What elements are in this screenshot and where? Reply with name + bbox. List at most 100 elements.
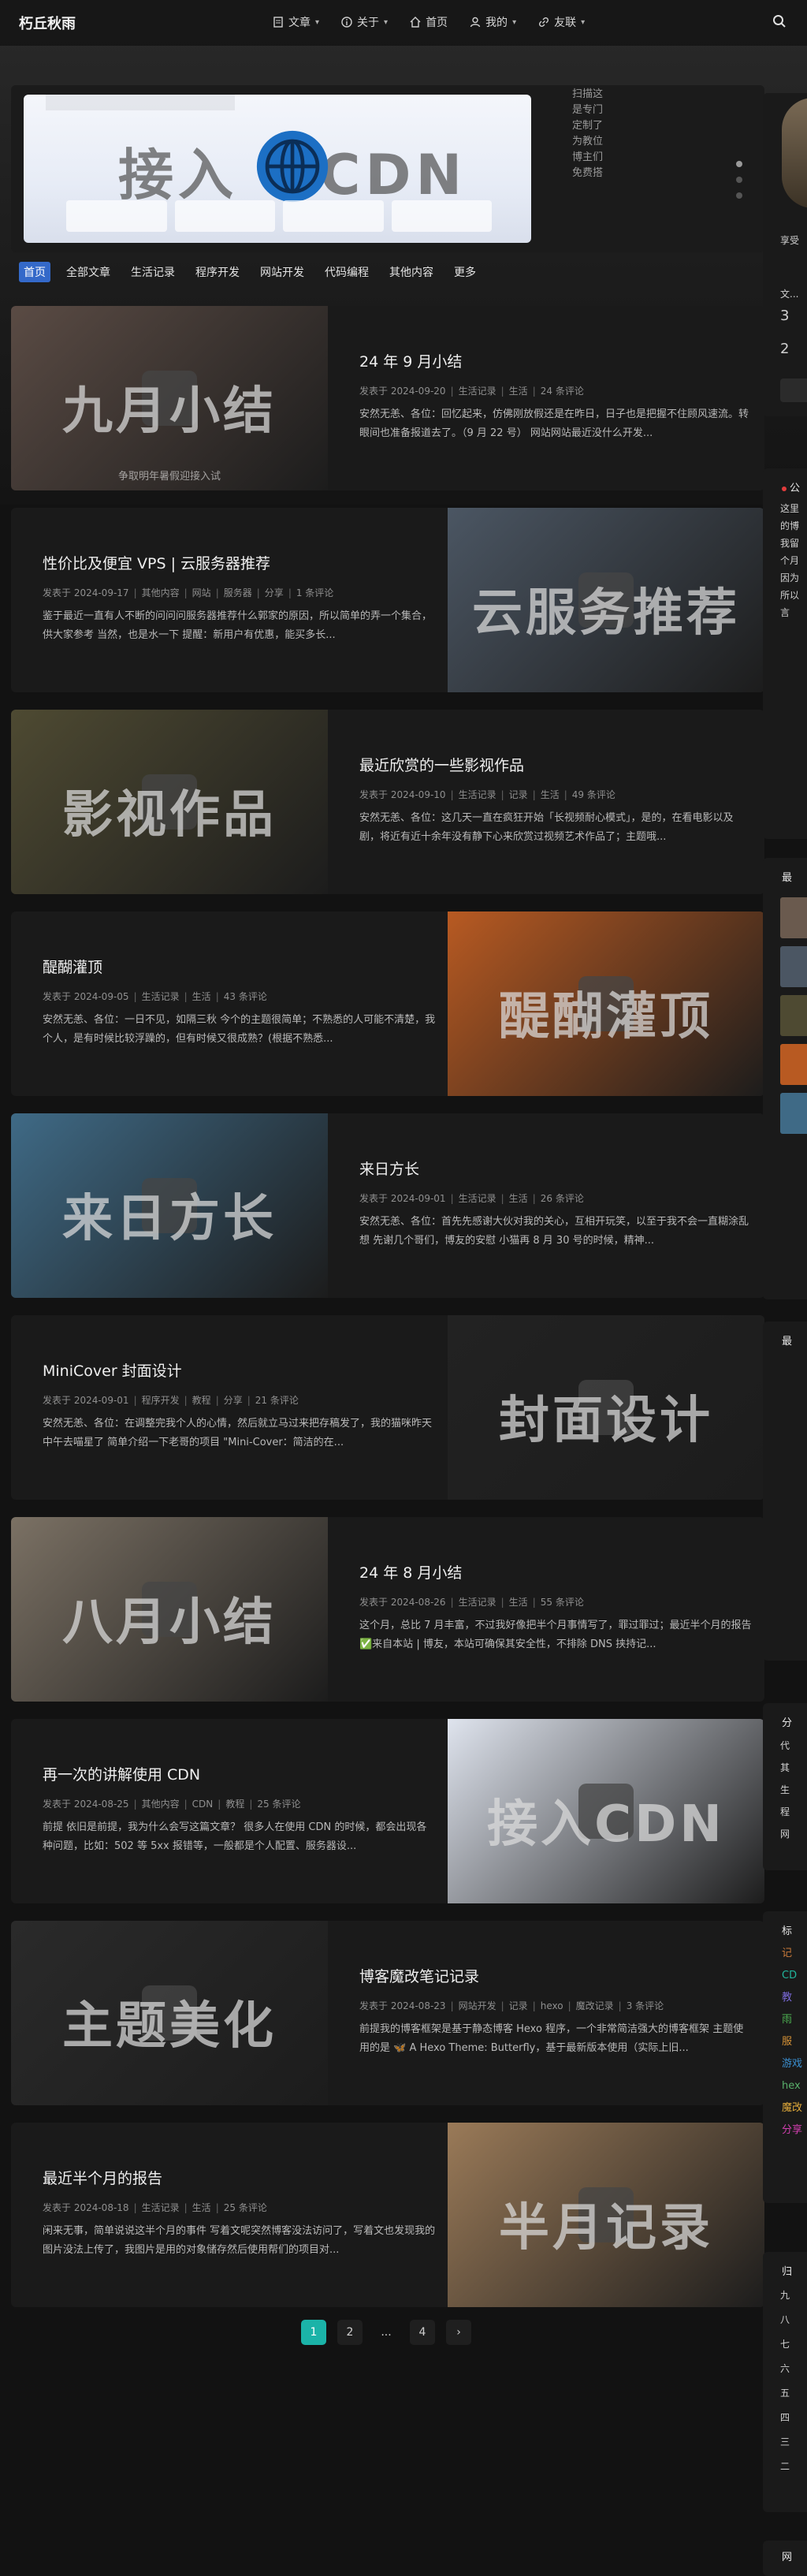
category-item[interactable]: 网 bbox=[763, 1823, 807, 1845]
nav-item-home[interactable]: 首页 bbox=[410, 14, 448, 30]
post-cover-image[interactable]: 来日方长 bbox=[11, 1113, 328, 1298]
post-title[interactable]: 再一次的讲解使用 CDN bbox=[43, 1763, 437, 1784]
latest-post-thumb[interactable] bbox=[780, 946, 807, 987]
post-meta-item[interactable]: 网站开发 bbox=[459, 2000, 496, 2011]
post-meta-item[interactable]: 26 条评论 bbox=[541, 1193, 584, 1204]
post-title[interactable]: 来日方长 bbox=[359, 1158, 753, 1179]
post-meta-item[interactable]: 生活记录 bbox=[459, 1193, 496, 1204]
category-item[interactable]: 生 bbox=[763, 1779, 807, 1801]
post-card[interactable]: 主题美化 博客魔改笔记记录 发表于 2024-08-23 | 网站开发 | 记录 | hexo |… bbox=[11, 1921, 764, 2105]
post-meta-item[interactable]: 记录 bbox=[509, 2000, 528, 2011]
tag-link[interactable]: hex bbox=[763, 2075, 807, 2097]
tag-link[interactable]: 记 bbox=[763, 1943, 807, 1965]
carousel-dot[interactable] bbox=[736, 192, 742, 199]
post-card[interactable]: 封面设计 MiniCover 封面设计 发表于 2024-09-01 | 程序开发 | 教程… bbox=[11, 1315, 764, 1500]
post-meta-item[interactable]: 55 条评论 bbox=[541, 1597, 584, 1608]
avatar[interactable] bbox=[782, 98, 807, 208]
tag-link[interactable]: 教 bbox=[763, 1987, 807, 2009]
next-page-button[interactable]: › bbox=[446, 2320, 471, 2345]
post-meta-item[interactable]: 其他内容 bbox=[142, 587, 180, 598]
post-meta-item[interactable]: 网站 bbox=[192, 587, 211, 598]
archive-item[interactable]: 四 bbox=[763, 2406, 807, 2430]
archive-item[interactable]: 八 bbox=[763, 2308, 807, 2332]
post-title[interactable]: 24 年 8 月小结 bbox=[359, 1561, 753, 1583]
post-meta-item[interactable]: 生活 bbox=[509, 1597, 528, 1608]
post-cover-image[interactable]: 九月小结 争取明年暑假迎接入试 bbox=[11, 306, 328, 490]
latest-post-thumb[interactable] bbox=[780, 995, 807, 1036]
post-title[interactable]: 24 年 9 月小结 bbox=[359, 350, 753, 371]
carousel-indicators[interactable] bbox=[736, 161, 742, 199]
post-meta-item[interactable]: hexo bbox=[541, 2000, 563, 2011]
post-title[interactable]: 博客魔改笔记记录 bbox=[359, 1965, 753, 1986]
post-cover-image[interactable]: 封面设计 bbox=[448, 1315, 764, 1500]
archive-item[interactable]: 六 bbox=[763, 2357, 807, 2381]
category-item[interactable]: 代 bbox=[763, 1735, 807, 1757]
post-meta-item[interactable]: 49 条评论 bbox=[572, 789, 615, 800]
carousel-dot[interactable] bbox=[736, 161, 742, 167]
page-button[interactable]: 2 bbox=[337, 2320, 363, 2345]
post-meta-item[interactable]: 其他内容 bbox=[142, 1799, 180, 1810]
post-meta-item[interactable]: 生活记录 bbox=[459, 789, 496, 800]
post-meta-item[interactable]: 生活记录 bbox=[142, 991, 180, 1002]
tag-link[interactable]: 服 bbox=[763, 2031, 807, 2053]
post-cover-image[interactable]: 主题美化 bbox=[11, 1921, 328, 2105]
post-meta-item[interactable]: 3 条评论 bbox=[627, 2000, 664, 2011]
post-meta-item[interactable]: 25 条评论 bbox=[257, 1799, 300, 1810]
post-card[interactable]: 八月小结 24 年 8 月小结 发表于 2024-08-26 | 生活记录 | 生活 | 55 … bbox=[11, 1517, 764, 1702]
post-cover-image[interactable]: 半月记录 bbox=[448, 2123, 764, 2307]
carousel-dot[interactable] bbox=[736, 177, 742, 183]
post-cover-image[interactable]: 接入CDN bbox=[448, 1719, 764, 1903]
post-card[interactable]: 来日方长 来日方长 发表于 2024-09-01 | 生活记录 | 生活 | 26 条评论 安然无… bbox=[11, 1113, 764, 1298]
latest-post-thumb[interactable] bbox=[780, 897, 807, 938]
post-cover-image[interactable]: 八月小结 bbox=[11, 1517, 328, 1702]
tab-all-articles[interactable]: 全部文章 bbox=[61, 262, 115, 282]
post-meta-item[interactable]: 服务器 bbox=[224, 587, 252, 598]
post-meta-item[interactable]: 程序开发 bbox=[142, 1395, 180, 1406]
post-card[interactable]: 影视作品 最近欣赏的一些影视作品 发表于 2024-09-10 | 生活记录 | 记录 | 生活… bbox=[11, 710, 764, 894]
page-button[interactable]: 4 bbox=[410, 2320, 435, 2345]
tab-web-dev[interactable]: 网站开发 bbox=[255, 262, 309, 282]
post-meta-item[interactable]: CDN bbox=[192, 1799, 214, 1810]
tag-link[interactable]: 魔改 bbox=[763, 2097, 807, 2119]
latest-post-thumb[interactable] bbox=[780, 1044, 807, 1085]
tab-home[interactable]: 首页 bbox=[19, 262, 50, 282]
category-item[interactable]: 其 bbox=[763, 1757, 807, 1779]
post-title[interactable]: MiniCover 封面设计 bbox=[43, 1359, 437, 1381]
post-meta-item[interactable]: 生活记录 bbox=[142, 2202, 180, 2213]
post-meta-item[interactable]: 43 条评论 bbox=[224, 991, 267, 1002]
post-title[interactable]: 最近欣赏的一些影视作品 bbox=[359, 754, 753, 775]
tab-other[interactable]: 其他内容 bbox=[385, 262, 438, 282]
post-meta-item[interactable]: 生活记录 bbox=[459, 386, 496, 397]
post-meta-item[interactable]: 生活 bbox=[509, 386, 528, 397]
post-title[interactable]: 最近半个月的报告 bbox=[43, 2167, 437, 2188]
post-meta-item[interactable]: 25 条评论 bbox=[224, 2202, 267, 2213]
post-meta-item[interactable]: 教程 bbox=[192, 1395, 211, 1406]
post-meta-item[interactable]: 教程 bbox=[225, 1799, 244, 1810]
tab-more[interactable]: 更多 bbox=[449, 262, 481, 282]
post-meta-item[interactable]: 21 条评论 bbox=[255, 1395, 299, 1406]
archive-item[interactable]: 九 bbox=[763, 2283, 807, 2308]
page-button[interactable]: 1 bbox=[301, 2320, 326, 2345]
post-cover-image[interactable]: 醍醐灌顶 bbox=[448, 911, 764, 1096]
post-card[interactable]: 九月小结 争取明年暑假迎接入试 24 年 9 月小结 发表于 2024-09-20 | 生… bbox=[11, 306, 764, 490]
post-meta-item[interactable]: 魔改记录 bbox=[576, 2000, 614, 2011]
tag-link[interactable]: 游戏 bbox=[763, 2053, 807, 2075]
post-cover-image[interactable]: 云服务推荐 bbox=[448, 508, 764, 692]
latest-post-thumb[interactable] bbox=[780, 1093, 807, 1134]
post-meta-item[interactable]: 24 条评论 bbox=[541, 386, 584, 397]
tag-link[interactable]: 分享 bbox=[763, 2119, 807, 2142]
post-meta-item[interactable]: 分享 bbox=[265, 587, 284, 598]
post-card[interactable]: 半月记录 最近半个月的报告 发表于 2024-08-18 | 生活记录 | 生活 | 25 条评… bbox=[11, 2123, 764, 2307]
post-title[interactable]: 性价比及便宜 VPS | 云服务器推荐 bbox=[43, 552, 437, 573]
featured-carousel[interactable]: 接入 CDN 扫描这是专门定制了为教位博主们免费搭 bbox=[11, 85, 764, 252]
archive-item[interactable]: 七 bbox=[763, 2332, 807, 2357]
post-cover-image[interactable]: 影视作品 bbox=[11, 710, 328, 894]
archive-item[interactable]: 二 bbox=[763, 2455, 807, 2479]
tag-link[interactable]: CD bbox=[763, 1965, 807, 1987]
post-card[interactable]: 接入CDN 再一次的讲解使用 CDN 发表于 2024-08-25 | 其他内容 | CDN… bbox=[11, 1719, 764, 1903]
nav-item-about[interactable]: 关于 ▾ bbox=[341, 14, 388, 30]
follow-button[interactable] bbox=[780, 378, 807, 402]
post-title[interactable]: 醍醐灌顶 bbox=[43, 956, 437, 977]
post-meta-item[interactable]: 生活 bbox=[509, 1193, 528, 1204]
post-meta-item[interactable]: 记录 bbox=[509, 789, 528, 800]
